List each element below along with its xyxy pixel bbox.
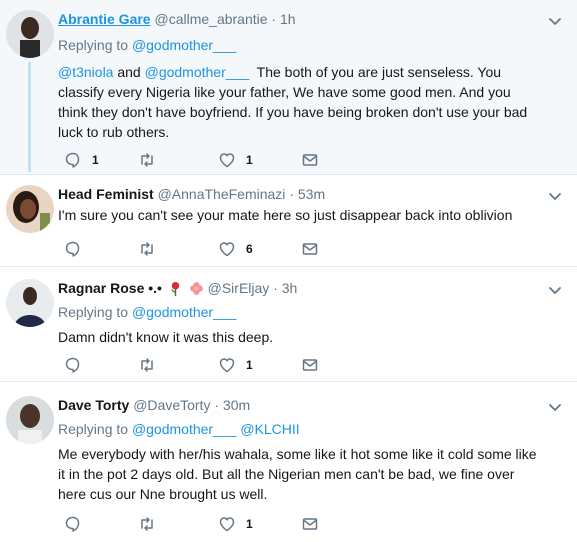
separator: · bbox=[289, 186, 294, 202]
direct-message-button[interactable] bbox=[301, 355, 319, 375]
like-button[interactable]: 1 bbox=[218, 355, 253, 375]
replying-label: Replying to bbox=[58, 421, 129, 437]
replying-label: Replying to bbox=[58, 37, 129, 53]
like-button[interactable]: 6 bbox=[218, 239, 253, 259]
timestamp[interactable]: 1h bbox=[280, 11, 296, 27]
replying-label: Replying to bbox=[58, 304, 129, 320]
display-name[interactable]: Head Feminist bbox=[58, 186, 154, 202]
handle[interactable]: @SirEljay bbox=[208, 280, 270, 296]
timestamp[interactable]: 53m bbox=[298, 186, 325, 202]
avatar[interactable] bbox=[6, 185, 54, 233]
direct-message-button[interactable] bbox=[301, 239, 319, 259]
tweet-actions: 1 bbox=[58, 355, 358, 375]
avatar[interactable] bbox=[6, 396, 54, 444]
handle[interactable]: @callme_abrantie bbox=[154, 11, 267, 27]
tweet-head-feminist[interactable]: Head Feminist @AnnaTheFeminazi · 53m I'm… bbox=[0, 175, 577, 267]
retweet-icon bbox=[141, 153, 153, 167]
mention-link[interactable]: @godmother___ bbox=[132, 304, 237, 320]
reply-button[interactable]: 1 bbox=[64, 150, 99, 170]
mention-link[interactable]: @godmother___ bbox=[132, 421, 237, 437]
like-button[interactable]: 1 bbox=[218, 514, 253, 534]
reply-count: 1 bbox=[92, 153, 99, 167]
replying-to: Replying to @godmother___ bbox=[58, 303, 537, 321]
reply-icon bbox=[65, 357, 80, 373]
envelope-icon bbox=[302, 154, 318, 166]
chevron-down-icon[interactable] bbox=[547, 282, 563, 298]
reply-icon bbox=[65, 241, 80, 257]
mention-link[interactable]: @t3niola bbox=[58, 64, 113, 80]
handle[interactable]: @AnnaTheFeminazi bbox=[158, 186, 286, 202]
envelope-icon bbox=[302, 518, 318, 530]
like-count: 1 bbox=[246, 153, 253, 167]
envelope-icon bbox=[302, 243, 318, 255]
chevron-down-icon[interactable] bbox=[547, 13, 563, 29]
tweet-actions: 1 bbox=[58, 514, 358, 534]
display-name[interactable]: Dave Torty bbox=[58, 397, 129, 413]
retweet-button[interactable] bbox=[138, 239, 166, 259]
display-name[interactable]: Abrantie Gare bbox=[58, 11, 151, 27]
avatar-photo bbox=[6, 10, 54, 58]
retweet-button[interactable] bbox=[138, 355, 166, 375]
reply-button[interactable] bbox=[64, 514, 92, 534]
tweet-header: Dave Torty @DaveTorty · 30m bbox=[58, 396, 537, 414]
avatar-photo bbox=[6, 185, 54, 233]
flower-emoji bbox=[189, 282, 203, 295]
tweet-ragnar-rose[interactable]: Ragnar Rose •.• @SirEljay · 3h Replying … bbox=[0, 267, 577, 382]
reply-icon bbox=[65, 152, 80, 168]
tweet-dave-torty[interactable]: Dave Torty @DaveTorty · 30m Replying to … bbox=[0, 382, 577, 542]
avatar-photo bbox=[6, 396, 54, 444]
rose-emoji bbox=[171, 281, 180, 296]
avatar[interactable] bbox=[6, 10, 54, 58]
like-count: 1 bbox=[246, 358, 253, 372]
tweet-header: Abrantie Gare @callme_abrantie · 1h bbox=[58, 10, 537, 28]
retweet-icon bbox=[141, 242, 153, 256]
retweet-button[interactable] bbox=[138, 150, 166, 170]
reply-button[interactable] bbox=[64, 355, 92, 375]
tweet-text: Damn didn't know it was this deep. bbox=[58, 329, 274, 345]
handle[interactable]: @DaveTorty bbox=[133, 397, 210, 413]
tweet-header: Head Feminist @AnnaTheFeminazi · 53m bbox=[58, 185, 537, 203]
retweet-button[interactable] bbox=[138, 514, 166, 534]
avatar[interactable] bbox=[6, 279, 54, 327]
heart-icon bbox=[219, 358, 235, 373]
timestamp[interactable]: 30m bbox=[223, 397, 250, 413]
replying-to: Replying to @godmother___ bbox=[58, 36, 537, 54]
reply-icon bbox=[65, 516, 80, 532]
mention-link[interactable]: @KLCHII bbox=[240, 421, 299, 437]
mention-link[interactable]: @godmother___ bbox=[145, 64, 250, 80]
direct-message-button[interactable] bbox=[301, 514, 319, 534]
display-name[interactable]: Ragnar Rose •.• bbox=[58, 280, 162, 296]
separator: · bbox=[214, 397, 220, 413]
thread-line bbox=[28, 62, 31, 172]
heart-icon bbox=[219, 242, 235, 257]
mention-link[interactable]: @godmother___ bbox=[132, 37, 237, 53]
tweet-text: Me everybody with her/his wahala, some l… bbox=[58, 446, 537, 502]
tweet-text: I'm sure you can't see your mate here so… bbox=[58, 207, 513, 223]
chevron-down-icon[interactable] bbox=[547, 188, 563, 204]
replying-to: Replying to @godmother___ @KLCHII bbox=[58, 420, 537, 438]
heart-icon bbox=[219, 153, 235, 168]
like-button[interactable]: 1 bbox=[218, 150, 253, 170]
tweet-text: @t3niola and @godmother___ The both of y… bbox=[58, 62, 537, 142]
envelope-icon bbox=[302, 359, 318, 371]
tweet-actions: 6 bbox=[58, 239, 358, 259]
heart-icon bbox=[219, 517, 235, 532]
timestamp[interactable]: 3h bbox=[282, 280, 298, 296]
avatar-photo bbox=[6, 279, 54, 327]
retweet-icon bbox=[141, 517, 153, 531]
separator: · bbox=[273, 280, 278, 296]
tweet-actions: 1 1 bbox=[58, 150, 358, 170]
reply-button[interactable] bbox=[64, 239, 92, 259]
chevron-down-icon[interactable] bbox=[547, 399, 563, 415]
conjunction: and bbox=[117, 64, 141, 80]
tweet-abrantie-gare[interactable]: Abrantie Gare @callme_abrantie · 1h Repl… bbox=[0, 0, 577, 175]
like-count: 6 bbox=[246, 242, 253, 256]
separator: · bbox=[271, 11, 277, 27]
direct-message-button[interactable] bbox=[301, 150, 319, 170]
tweet-header: Ragnar Rose •.• @SirEljay · 3h bbox=[58, 279, 537, 297]
like-count: 1 bbox=[246, 517, 253, 531]
retweet-icon bbox=[141, 358, 153, 372]
